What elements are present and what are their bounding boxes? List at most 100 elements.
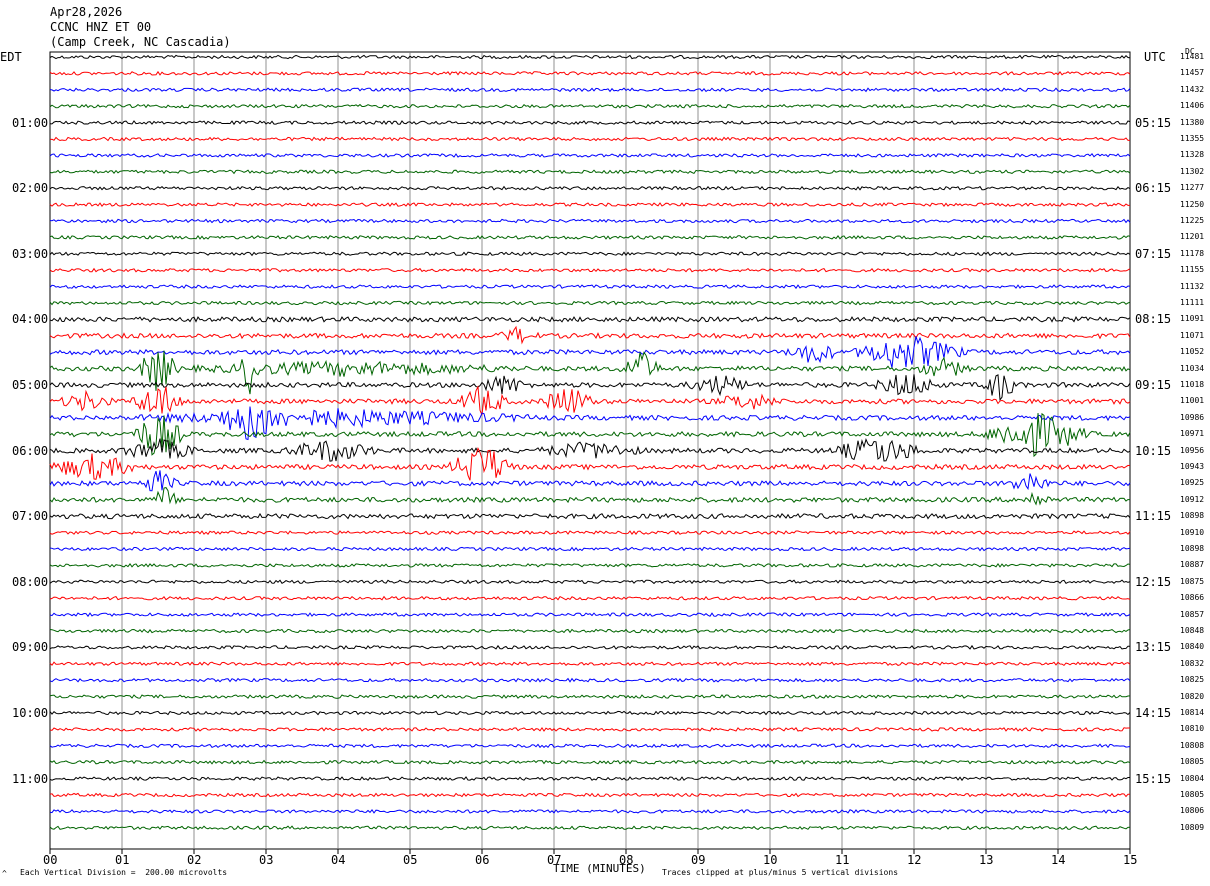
dc-offset-label: 11277 bbox=[1180, 183, 1205, 193]
dc-offset-label: 10806 bbox=[1180, 806, 1205, 816]
seismic-trace bbox=[49, 530, 1131, 536]
x-tick-label: 09 bbox=[691, 853, 706, 867]
right-hour-label: 05:15 bbox=[1135, 115, 1172, 130]
left-hour-label: 05:00 bbox=[12, 378, 49, 392]
left-hour-label: 07:00 bbox=[12, 509, 49, 524]
dc-offset-label: 11406 bbox=[1180, 101, 1205, 111]
x-tick-label: 02 bbox=[187, 853, 202, 867]
seismic-trace bbox=[49, 792, 1131, 798]
seismic-trace bbox=[49, 87, 1131, 93]
dc-offset-label: 10943 bbox=[1180, 462, 1205, 471]
dc-offset-label: 10910 bbox=[1180, 527, 1205, 537]
left-hour-label: 10:00 bbox=[12, 706, 49, 720]
helicorder-plot bbox=[49, 51, 1131, 854]
x-tick-label: 05 bbox=[403, 853, 418, 867]
left-hour-label: 11:00 bbox=[12, 771, 49, 786]
x-tick-label: 03 bbox=[259, 853, 274, 867]
x-tick-label: 14 bbox=[1051, 853, 1066, 867]
seismic-trace bbox=[49, 325, 1131, 345]
dc-offset-label: 11457 bbox=[1180, 68, 1205, 78]
dc-offset-label: 11034 bbox=[1180, 363, 1205, 373]
dc-offset-label: 11091 bbox=[1180, 314, 1205, 324]
clip-note: Traces clipped at plus/minus 5 vertical … bbox=[662, 868, 899, 877]
seismic-trace bbox=[49, 776, 1130, 782]
seismic-trace bbox=[49, 710, 1131, 716]
x-tick-label: 00 bbox=[43, 853, 58, 867]
x-tick-label: 12 bbox=[907, 853, 922, 867]
right-hour-label: 08:15 bbox=[1135, 312, 1172, 327]
dc-offset-label: 11302 bbox=[1180, 166, 1205, 176]
dc-offset-label: 11111 bbox=[1180, 298, 1205, 307]
dc-offset-label: 10808 bbox=[1180, 740, 1205, 750]
seismic-trace bbox=[49, 169, 1131, 175]
seismic-trace bbox=[49, 644, 1131, 650]
seismic-trace bbox=[49, 70, 1131, 76]
corner-mark: ^ bbox=[2, 869, 7, 878]
scale-note: Each Vertical Division = 200.00 microvol… bbox=[20, 868, 228, 877]
right-hour-label: 11:15 bbox=[1135, 509, 1172, 524]
dc-offset-label: 11481 bbox=[1180, 52, 1205, 61]
seismic-trace bbox=[49, 120, 1131, 126]
x-tick-label: 11 bbox=[835, 853, 850, 867]
dc-offset-label: 10887 bbox=[1180, 560, 1205, 570]
right-hour-label: 06:15 bbox=[1135, 181, 1172, 196]
dc-offset-label: 11201 bbox=[1180, 232, 1205, 242]
dc-offset-label: 11018 bbox=[1180, 380, 1205, 389]
dc-offset-label: 11155 bbox=[1180, 265, 1205, 275]
seismic-trace bbox=[49, 103, 1131, 109]
seismic-trace bbox=[49, 54, 1131, 60]
left-hour-label: 04:00 bbox=[12, 312, 49, 327]
seismic-trace bbox=[49, 595, 1131, 601]
dc-offset-label: 10809 bbox=[1180, 822, 1205, 832]
seismic-trace bbox=[49, 759, 1131, 765]
dc-offset-label: 10804 bbox=[1180, 773, 1205, 783]
dc-offset-label: 10805 bbox=[1180, 790, 1205, 799]
left-hour-label: 01:00 bbox=[12, 115, 49, 130]
dc-offset-label: 10866 bbox=[1180, 593, 1205, 603]
seismic-trace bbox=[49, 267, 1131, 273]
seismic-trace bbox=[49, 487, 1131, 506]
dc-offset-label: 10925 bbox=[1180, 478, 1205, 488]
seismic-trace bbox=[49, 677, 1131, 683]
dc-offset-label: 10986 bbox=[1180, 412, 1205, 422]
dc-offset-label: 10814 bbox=[1180, 708, 1205, 717]
seismic-trace bbox=[49, 446, 1131, 481]
right-hour-label: 09:15 bbox=[1135, 378, 1172, 392]
dc-offset-label: 10875 bbox=[1180, 576, 1205, 586]
seismic-trace bbox=[49, 726, 1130, 732]
seismic-trace bbox=[49, 579, 1131, 585]
dc-offset-label: 10820 bbox=[1180, 691, 1205, 701]
seismic-trace bbox=[49, 438, 1131, 462]
right-hour-label: 14:15 bbox=[1135, 706, 1172, 720]
dc-offset-label: 11071 bbox=[1180, 330, 1205, 340]
dc-offset-label: 11355 bbox=[1180, 134, 1205, 143]
right-hour-label: 07:15 bbox=[1135, 246, 1172, 261]
x-tick-label: 06 bbox=[475, 853, 490, 867]
x-tick-label: 13 bbox=[979, 853, 994, 867]
right-hour-label: 13:15 bbox=[1135, 640, 1172, 655]
left-hour-label: 06:00 bbox=[12, 443, 49, 458]
seismic-trace bbox=[49, 612, 1131, 618]
seismic-trace bbox=[49, 809, 1131, 814]
seismic-trace bbox=[49, 470, 1131, 492]
dc-offset-label: 10898 bbox=[1180, 544, 1205, 553]
seismic-trace bbox=[49, 694, 1131, 699]
dc-offset-label: 10971 bbox=[1180, 429, 1205, 439]
dc-offset-label: 10912 bbox=[1180, 494, 1205, 504]
seismic-trace bbox=[49, 218, 1131, 224]
seismic-trace bbox=[49, 185, 1131, 191]
x-tick-label: 10 bbox=[763, 853, 778, 867]
seismic-trace bbox=[49, 628, 1131, 634]
left-hour-label: 03:00 bbox=[12, 246, 49, 261]
seismic-trace bbox=[49, 136, 1131, 142]
x-axis-title: TIME (MINUTES) bbox=[553, 862, 646, 875]
seismic-trace bbox=[49, 661, 1131, 667]
dc-offset-label: 10832 bbox=[1180, 658, 1205, 668]
dc-offset-label: 10840 bbox=[1180, 642, 1205, 652]
x-tick-label: 01 bbox=[115, 853, 130, 867]
seismic-trace bbox=[49, 284, 1131, 290]
dc-offset-label: 11380 bbox=[1180, 117, 1205, 127]
seismic-trace bbox=[49, 512, 1131, 520]
dc-offset-label: 11328 bbox=[1180, 150, 1205, 160]
seismic-trace bbox=[49, 546, 1131, 552]
